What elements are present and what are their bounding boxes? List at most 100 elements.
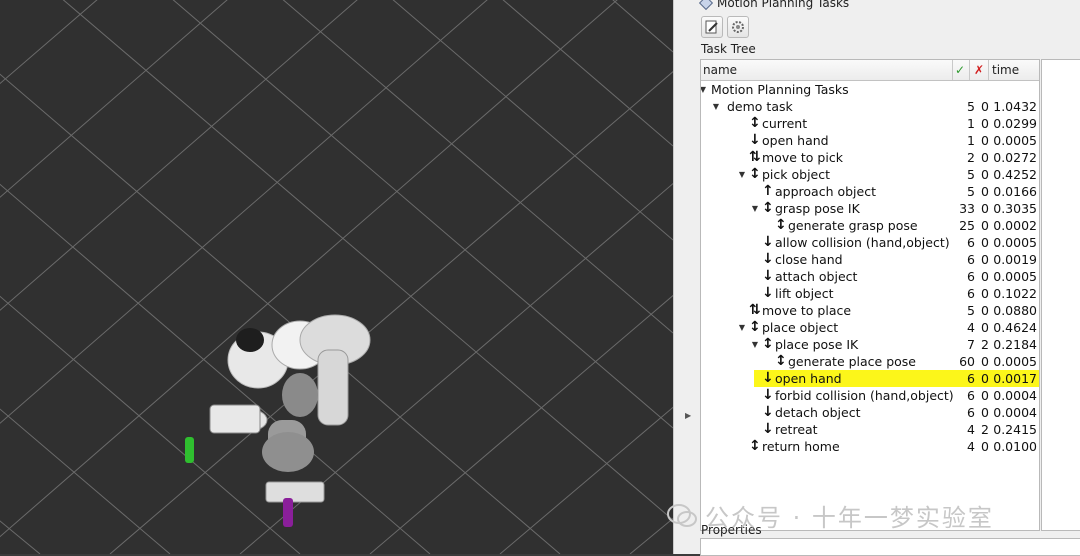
stage-type-icon: ↓ (749, 132, 761, 148)
tree-row[interactable]: ▼ demo task 5 0 1.0432 (701, 98, 1039, 115)
time-value: 0.0100 (993, 439, 1037, 454)
tree-row[interactable]: ↓ forbid collision (hand,object) 6 0 0.0004 (701, 387, 1039, 404)
time-value: 0.0004 (993, 388, 1037, 403)
properties-view[interactable] (700, 538, 1080, 556)
task-name: return home (762, 439, 840, 454)
tree-row[interactable]: ↓ detach object 6 0 0.0004 (701, 404, 1039, 421)
time-value: 0.0005 (993, 133, 1037, 148)
stage-type-icon: ↕ (749, 166, 761, 182)
failure-count: 0 (981, 252, 989, 267)
stage-type-icon: ↓ (762, 387, 774, 403)
success-count: 33 (959, 201, 975, 216)
time-value: 0.0880 (993, 303, 1037, 318)
tree-row[interactable]: ↓ retreat 4 2 0.2415 (701, 421, 1039, 438)
stage-type-icon: ↕ (749, 115, 761, 131)
tree-row[interactable]: ▼ ↕ grasp pose IK 33 0 0.3035 (701, 200, 1039, 217)
tree-row[interactable]: ↓ open hand 1 0 0.0005 (701, 132, 1039, 149)
column-header-fail[interactable]: ✗ (970, 60, 989, 80)
tree-row[interactable]: ↓ attach object 6 0 0.0005 (701, 268, 1039, 285)
robot-arm (209, 314, 371, 503)
expand-arrow-icon[interactable]: ▼ (737, 166, 747, 183)
panel-splitter[interactable]: ▶ (673, 0, 696, 554)
tree-row[interactable]: ↕ current 1 0 0.0299 (701, 115, 1039, 132)
settings-gear-icon (732, 21, 744, 33)
collapse-arrow-icon[interactable]: ▶ (685, 411, 691, 420)
wechat-icon (667, 503, 697, 527)
time-value: 0.0005 (993, 269, 1037, 284)
edit-button[interactable] (701, 16, 723, 38)
task-name: approach object (775, 184, 876, 199)
success-count: 6 (967, 252, 975, 267)
failure-count: 0 (981, 439, 989, 454)
success-count: 2 (967, 150, 975, 165)
column-header-time[interactable]: time (989, 60, 1039, 80)
success-count: 7 (967, 337, 975, 352)
task-tree[interactable]: name ✓ ✗ time ▼ Motion Planning Tasks ▼ dem… (700, 59, 1040, 531)
tree-row[interactable]: ▼ ↕ place pose IK 7 2 0.2184 (701, 336, 1039, 353)
ground-grid (0, 0, 673, 554)
stage-type-icon: ↕ (762, 200, 774, 216)
settings-button[interactable] (727, 16, 749, 38)
expand-arrow-icon[interactable]: ▼ (750, 200, 760, 217)
stage-type-icon: ↓ (762, 404, 774, 420)
expand-arrow-icon[interactable]: ▼ (701, 81, 708, 98)
tree-row[interactable]: ▼ ↕ pick object 5 0 0.4252 (701, 166, 1039, 183)
tree-row[interactable]: ↕ generate place pose 60 0 0.0005 (701, 353, 1039, 370)
stage-type-icon: ⇅ (749, 302, 761, 318)
tree-row[interactable]: ↓ close hand 6 0 0.0019 (701, 251, 1039, 268)
expand-arrow-icon[interactable]: ▼ (750, 336, 760, 353)
tree-row[interactable]: ⇅ move to pick 2 0 0.0272 (701, 149, 1039, 166)
failure-count: 0 (981, 269, 989, 284)
edit-icon (705, 20, 718, 34)
column-header-name[interactable]: name (701, 60, 953, 80)
stage-type-icon: ↕ (749, 438, 761, 454)
task-tree-header: name ✓ ✗ time (701, 60, 1039, 81)
motion-planning-tasks-panel: Motion Planning Tasks Task Tree name ✓ ✗… (695, 0, 1080, 556)
tree-row[interactable]: ↕ generate grasp pose 25 0 0.0002 (701, 217, 1039, 234)
task-name: close hand (775, 252, 843, 267)
task-name: current (762, 116, 808, 131)
failure-count: 0 (981, 184, 989, 199)
tree-row[interactable]: ⇅ move to place 5 0 0.0880 (701, 302, 1039, 319)
task-name: place object (762, 320, 839, 335)
scene-canvas[interactable] (0, 0, 673, 554)
tree-row[interactable]: ↓ allow collision (hand,object) 6 0 0.0005 (701, 234, 1039, 251)
success-count: 5 (967, 167, 975, 182)
tree-row[interactable]: ↓ lift object 6 0 0.1022 (701, 285, 1039, 302)
time-value: 0.3035 (993, 201, 1037, 216)
tree-row-selected[interactable]: ↓ open hand 6 0 0.0017 (701, 370, 1039, 387)
success-count: 5 (967, 303, 975, 318)
failure-count: 0 (981, 218, 989, 233)
success-count: 6 (967, 286, 975, 301)
purple-object (283, 498, 293, 527)
task-name: retreat (775, 422, 818, 437)
stage-type-icon: ↕ (762, 336, 774, 352)
task-name: pick object (762, 167, 831, 182)
tree-row[interactable]: ▼ ↕ place object 4 0 0.4624 (701, 319, 1039, 336)
task-name: forbid collision (hand,object) (775, 388, 954, 403)
task-name: place pose IK (775, 337, 859, 352)
time-value: 0.0299 (993, 116, 1037, 131)
failure-count: 0 (981, 150, 989, 165)
time-value: 0.0005 (993, 354, 1037, 369)
expand-arrow-icon[interactable]: ▼ (737, 319, 747, 336)
panel-title-text: Motion Planning Tasks (717, 0, 850, 10)
time-value: 0.1022 (993, 286, 1037, 301)
stage-type-icon: ↓ (762, 251, 774, 267)
3d-viewport[interactable] (0, 0, 673, 554)
stage-type-icon: ↕ (775, 353, 787, 369)
failure-count: 0 (981, 405, 989, 420)
tree-row[interactable]: ↕ return home 4 0 0.0100 (701, 438, 1039, 455)
task-name: demo task (727, 99, 793, 114)
task-name: attach object (775, 269, 858, 284)
expand-arrow-icon[interactable]: ▼ (711, 98, 721, 115)
failure-count: 0 (981, 201, 989, 216)
column-header-ok[interactable]: ✓ (951, 60, 970, 80)
tree-row[interactable]: ▼ Motion Planning Tasks (701, 81, 1039, 98)
tree-row[interactable]: ↑ approach object 5 0 0.0166 (701, 183, 1039, 200)
success-count: 1 (967, 116, 975, 131)
failure-count: 0 (981, 235, 989, 250)
failure-count: 0 (981, 286, 989, 301)
task-tree-label: Task Tree (701, 42, 756, 56)
task-name: move to pick (762, 150, 843, 165)
